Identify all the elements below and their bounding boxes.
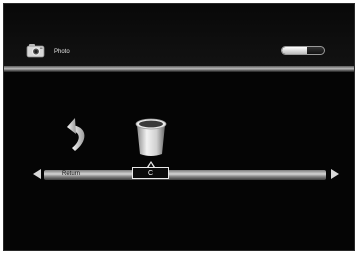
menu-bar: [44, 170, 326, 180]
player-screen: Photo Return C: [3, 3, 355, 251]
arrow-right-icon[interactable]: [330, 168, 340, 180]
selected-item-label[interactable]: C: [132, 167, 169, 179]
return-label[interactable]: Return: [62, 171, 80, 177]
arrow-left-icon[interactable]: [32, 168, 42, 180]
camera-icon: [26, 44, 45, 58]
app-title: Photo: [54, 49, 70, 55]
header-bar: Photo: [4, 4, 354, 66]
return-arrow-icon[interactable]: [66, 117, 90, 153]
battery-fill: [282, 47, 308, 54]
trash-can-icon[interactable]: [134, 117, 168, 157]
battery-indicator: [281, 46, 325, 55]
header-divider: [4, 66, 354, 72]
